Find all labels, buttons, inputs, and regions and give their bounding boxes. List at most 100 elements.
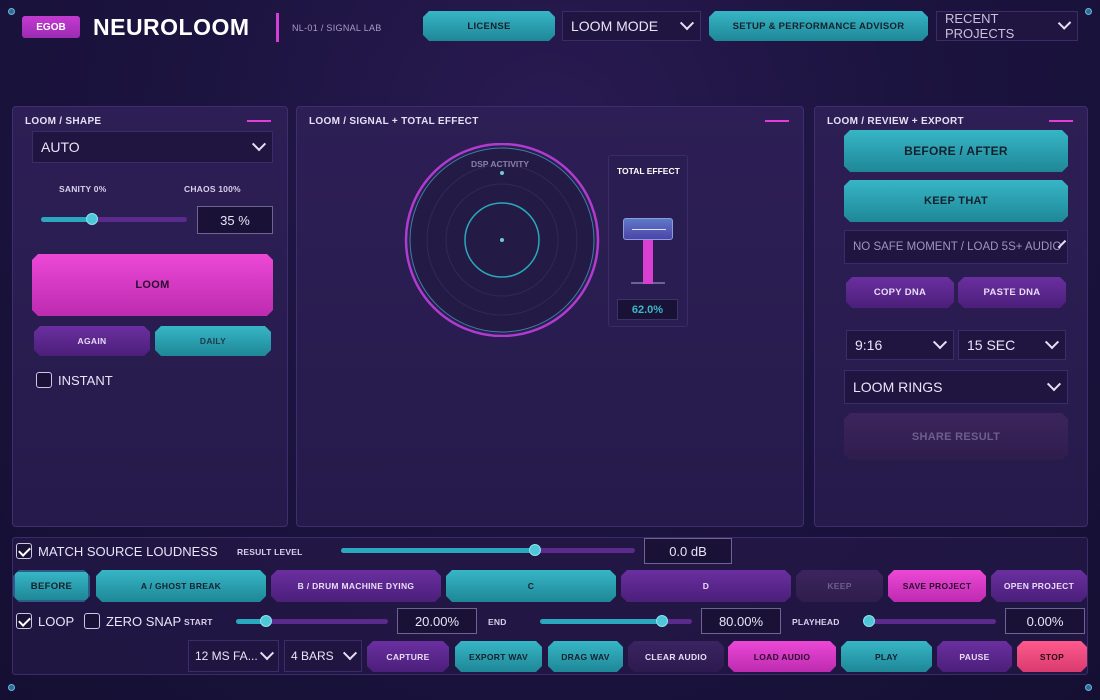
render-style-select[interactable]: LOOM RINGS — [844, 370, 1068, 404]
before-after-label: BEFORE / AFTER — [904, 144, 1008, 158]
load-audio-button[interactable]: LOAD AUDIO — [728, 641, 836, 672]
safe-moment-value: NO SAFE MOMENT / LOAD 5S+ AUDIO — [853, 241, 1062, 253]
zero-snap-label: ZERO SNAP — [106, 614, 182, 629]
scope-center-dot — [500, 238, 504, 242]
open-project-button[interactable]: OPEN PROJECT — [991, 570, 1087, 602]
chaos-value[interactable]: 35 % — [197, 206, 273, 234]
result-level-knob[interactable] — [529, 544, 542, 556]
shape-mode-value: AUTO — [41, 139, 80, 155]
capture-button[interactable]: CAPTURE — [367, 641, 449, 672]
result-level-label: RESULT LEVEL — [237, 547, 303, 557]
fade-select[interactable]: 12 MS FA... — [188, 640, 279, 672]
start-slider[interactable] — [236, 615, 388, 627]
load-audio-label: LOAD AUDIO — [753, 651, 811, 662]
start-value[interactable]: 20.00% — [397, 608, 477, 634]
chaos-slider-fill — [41, 217, 93, 222]
panel-title: LOOM / REVIEW + EXPORT — [827, 116, 964, 127]
playhead-value[interactable]: 0.00% — [1005, 608, 1085, 634]
save-project-label: SAVE PROJECT — [902, 581, 972, 591]
save-project-button[interactable]: SAVE PROJECT — [888, 570, 986, 602]
slot-before-button[interactable]: BEFORE — [13, 570, 90, 602]
loom-mode-value: LOOM MODE — [571, 18, 659, 34]
slot-before-label: BEFORE — [30, 580, 73, 592]
chevron-down-icon — [1046, 377, 1062, 392]
before-after-button[interactable]: BEFORE / AFTER — [844, 130, 1068, 172]
app-title: NEUROLOOM — [93, 14, 250, 40]
stop-button[interactable]: STOP — [1017, 641, 1087, 672]
duration-value: 15 SEC — [967, 337, 1016, 353]
render-style-value: LOOM RINGS — [853, 379, 943, 395]
zero-snap-checkbox[interactable] — [84, 613, 100, 629]
chevron-down-icon — [251, 137, 267, 152]
match-loudness-checkbox[interactable] — [16, 543, 32, 559]
chevron-down-icon — [1044, 335, 1060, 350]
paste-dna-button[interactable]: PASTE DNA — [958, 277, 1066, 308]
fade-value: 12 MS FA... — [195, 649, 258, 663]
stop-label: STOP — [1039, 651, 1065, 662]
keep-that-button[interactable]: KEEP THAT — [844, 180, 1068, 222]
loom-button[interactable]: LOOM — [32, 254, 273, 316]
drag-wav-label: DRAG WAV — [561, 651, 610, 662]
shape-mode-select[interactable]: AUTO — [32, 131, 273, 163]
end-slider-knob[interactable] — [655, 615, 668, 627]
panel-dash — [247, 120, 271, 122]
share-result-button[interactable]: SHARE RESULT — [844, 413, 1068, 460]
license-button[interactable]: LICENSE — [423, 11, 555, 41]
playhead-label: PLAYHEAD — [792, 617, 840, 627]
slot-a-button[interactable]: A / GHOST BREAK — [96, 570, 266, 602]
keep-button[interactable]: KEEP — [796, 570, 883, 602]
corner-screw — [8, 8, 15, 15]
chaos-slider-knob[interactable] — [86, 213, 99, 225]
fader-cap-line — [632, 229, 666, 230]
app-subtitle: NL-01 / SIGNAL LAB — [292, 23, 382, 33]
loop-checkbox[interactable] — [16, 613, 32, 629]
shape-panel: LOOM / SHAPE — [12, 106, 288, 527]
match-loudness-label: MATCH SOURCE LOUDNESS — [38, 544, 218, 559]
end-slider[interactable] — [540, 615, 692, 627]
total-effect-value: 62.0% — [617, 299, 678, 320]
slot-b-button[interactable]: B / DRUM MACHINE DYING — [271, 570, 441, 602]
play-button[interactable]: PLAY — [841, 641, 932, 672]
chaos-slider[interactable] — [41, 213, 187, 225]
clear-audio-button[interactable]: CLEAR AUDIO — [628, 641, 724, 672]
panel-dash — [1049, 120, 1073, 122]
chevron-down-icon — [342, 646, 358, 661]
slot-d-button[interactable]: D — [621, 570, 791, 602]
start-label: START — [184, 617, 213, 627]
export-wav-button[interactable]: EXPORT WAV — [455, 641, 542, 672]
duration-select[interactable]: 15 SEC — [958, 330, 1066, 360]
keep-that-label: KEEP THAT — [923, 195, 989, 207]
pause-label: PAUSE — [959, 651, 990, 662]
safe-moment-select[interactable]: NO SAFE MOMENT / LOAD 5S+ AUDIO — [844, 230, 1068, 264]
result-level-slider[interactable] — [341, 544, 635, 556]
aspect-ratio-select[interactable]: 9:16 — [846, 330, 954, 360]
result-level-value[interactable]: 0.0 dB — [644, 538, 732, 564]
bars-value: 4 BARS — [291, 649, 334, 663]
recent-projects-select[interactable]: RECENT PROJECTS — [936, 11, 1078, 41]
playhead-slider-knob[interactable] — [863, 615, 875, 627]
slot-b-label: B / DRUM MACHINE DYING — [297, 581, 415, 591]
playhead-slider[interactable] — [863, 615, 996, 627]
share-result-label: SHARE RESULT — [911, 430, 1001, 443]
daily-button[interactable]: DAILY — [155, 326, 271, 356]
drag-wav-button[interactable]: DRAG WAV — [548, 641, 623, 672]
end-value[interactable]: 80.00% — [701, 608, 781, 634]
corner-screw — [1085, 684, 1092, 691]
panel-title: LOOM / SHAPE — [25, 116, 102, 127]
bars-select[interactable]: 4 BARS — [284, 640, 362, 672]
copy-dna-button[interactable]: COPY DNA — [846, 277, 954, 308]
open-project-label: OPEN PROJECT — [1003, 581, 1075, 591]
pause-button[interactable]: PAUSE — [937, 641, 1012, 672]
advisor-button[interactable]: SETUP & PERFORMANCE ADVISOR — [709, 11, 928, 41]
chevron-down-icon — [932, 335, 948, 350]
again-button[interactable]: AGAIN — [34, 326, 150, 356]
brand-badge: EGOB — [22, 16, 80, 38]
instant-checkbox[interactable] — [36, 372, 52, 388]
fader-cap[interactable] — [623, 218, 673, 240]
total-effect-label: TOTAL EFFECT — [617, 166, 680, 176]
clear-audio-label: CLEAR AUDIO — [644, 651, 707, 662]
loom-mode-select[interactable]: LOOM MODE — [562, 11, 701, 41]
title-divider — [276, 13, 279, 42]
total-effect-fader[interactable] — [623, 218, 673, 286]
slot-c-button[interactable]: C — [446, 570, 616, 602]
